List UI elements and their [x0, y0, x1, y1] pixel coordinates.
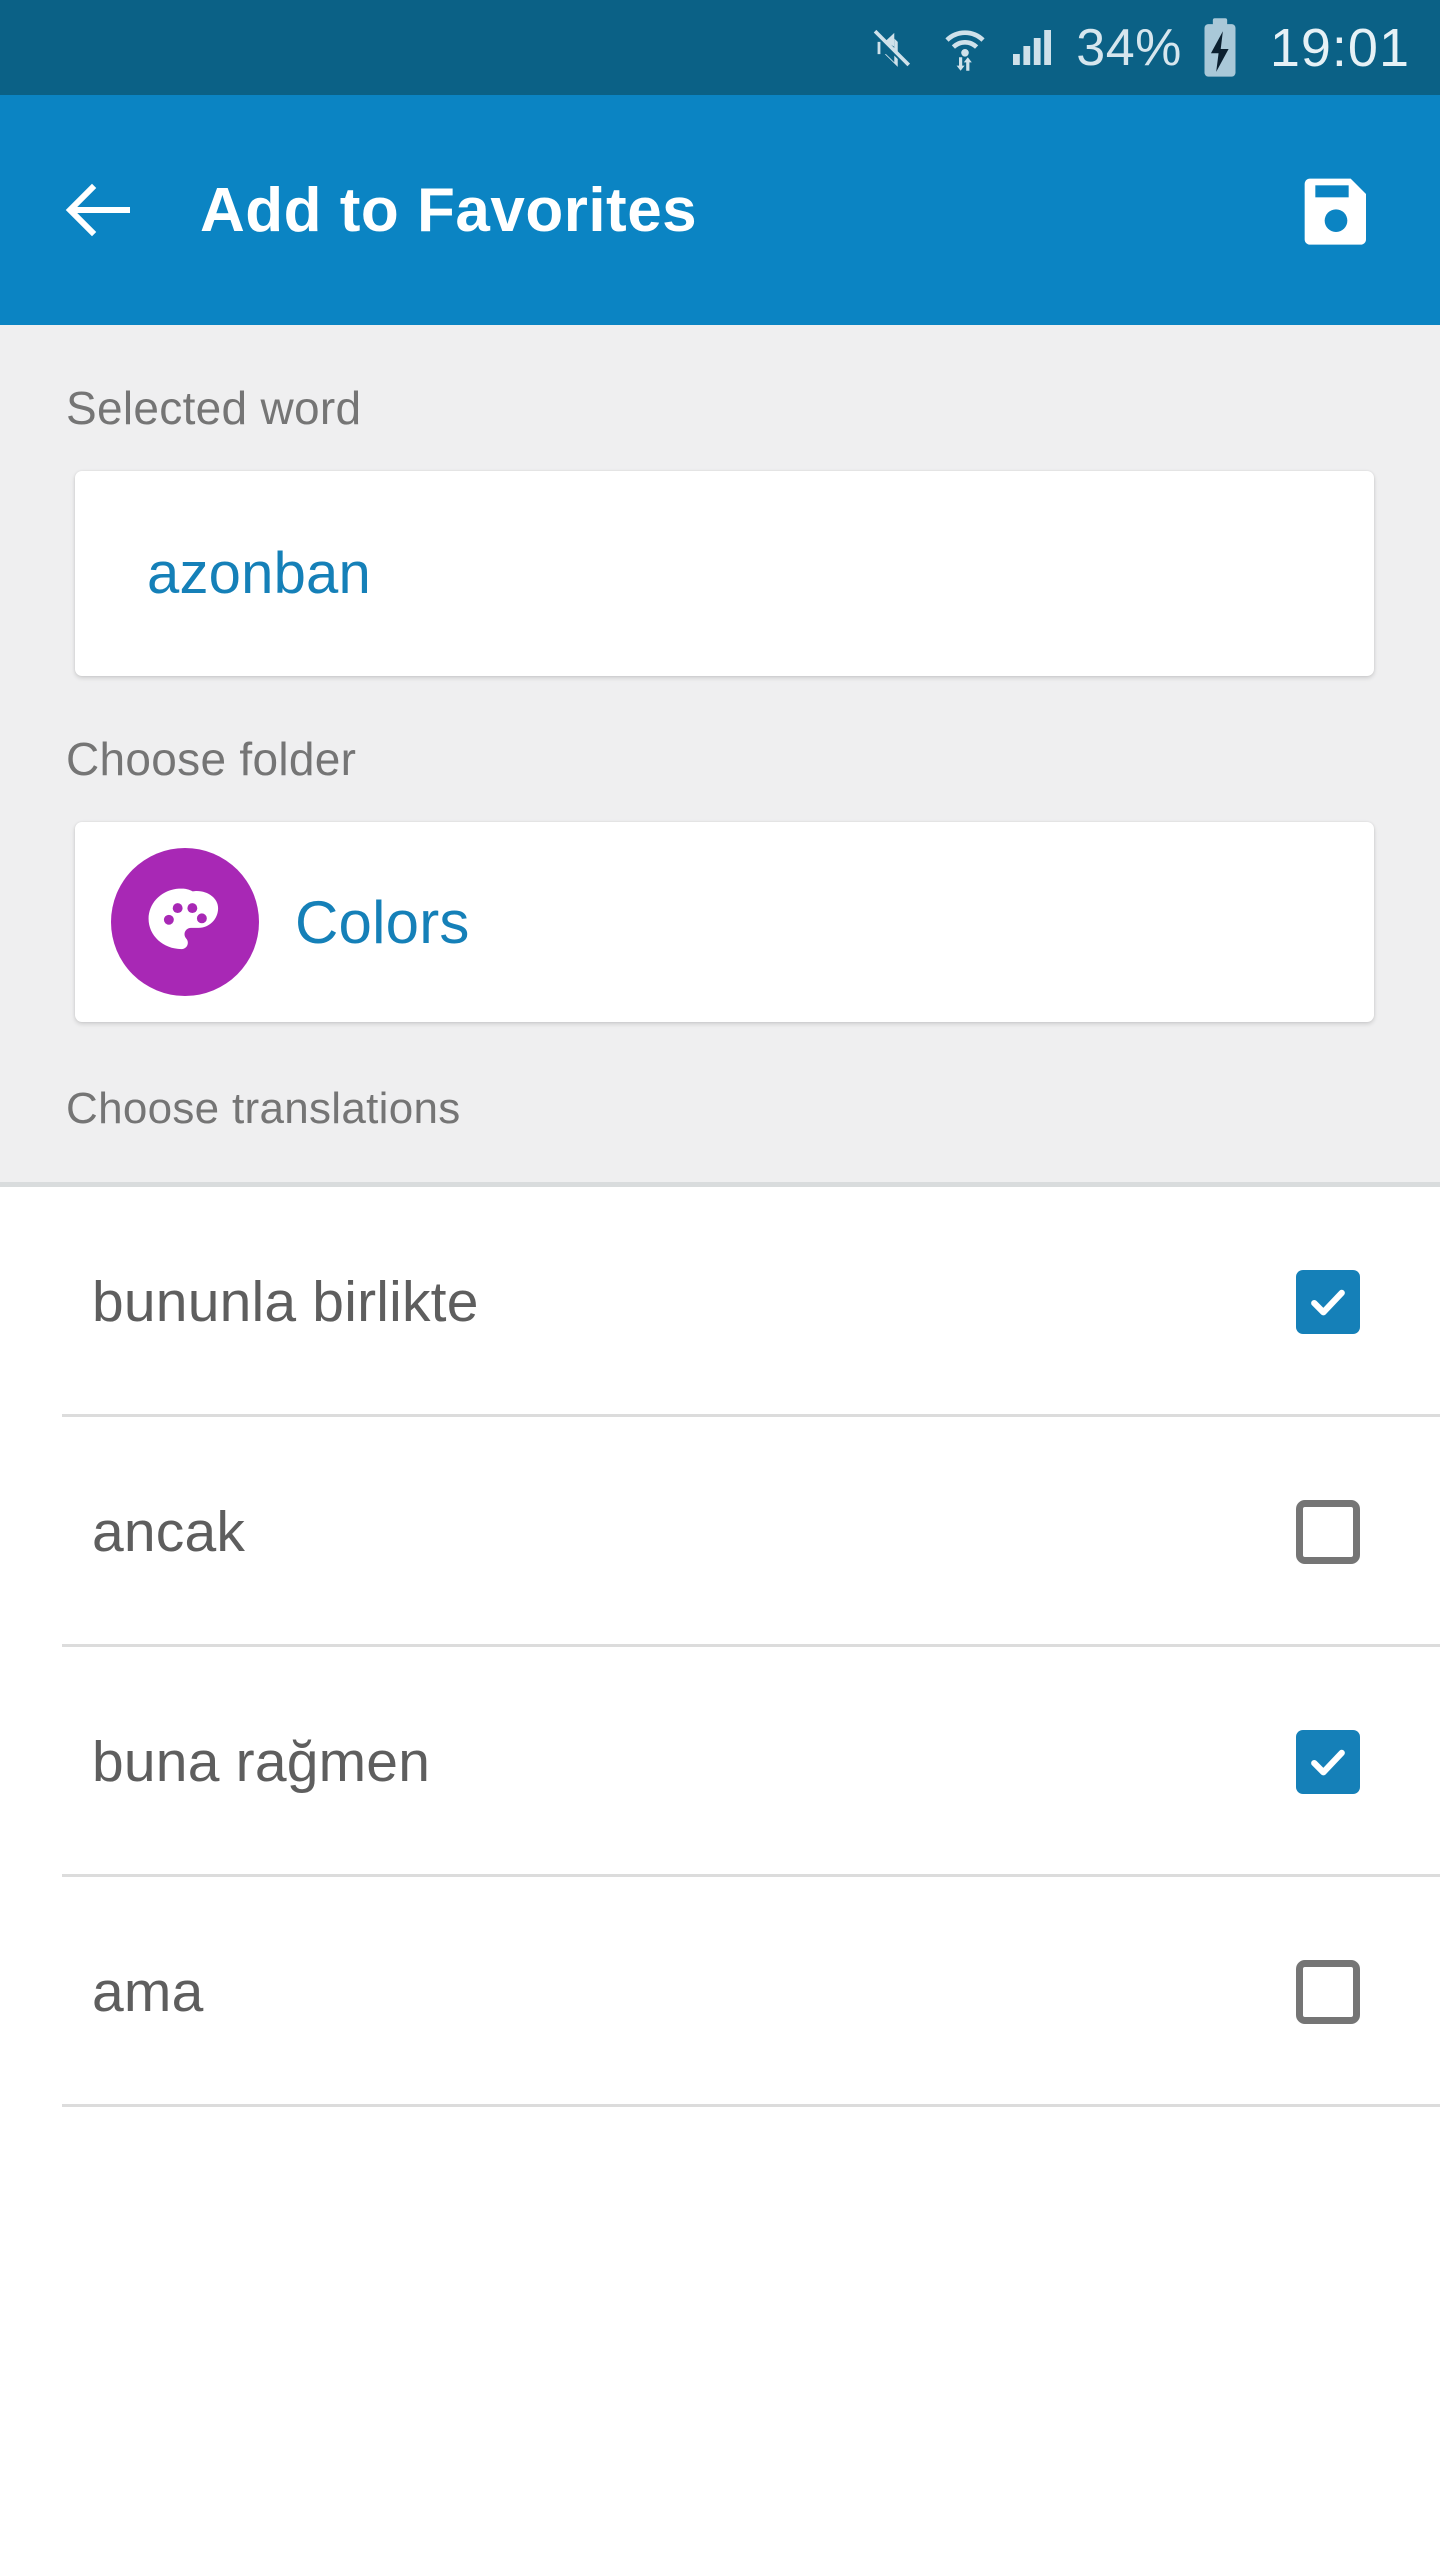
- selected-word-label: Selected word: [66, 382, 362, 434]
- translation-checkbox[interactable]: [1296, 1500, 1360, 1564]
- choose-translations-label: Choose translations: [66, 1084, 461, 1133]
- status-bar-clock: 19:01: [1269, 17, 1410, 78]
- translations-list: bununla birlikte ancak buna rağmen ama: [0, 1187, 1440, 2107]
- selected-word-value: azonban: [147, 541, 371, 606]
- status-bar: 34% 19:01: [0, 0, 1440, 95]
- page-title: Add to Favorites: [200, 175, 698, 245]
- volume-mute-icon: [870, 22, 922, 74]
- app-bar: Add to Favorites: [0, 95, 1440, 325]
- translation-label: ancak: [92, 1500, 246, 1564]
- selected-word-field[interactable]: azonban: [75, 471, 1374, 676]
- translation-row[interactable]: ancak: [0, 1417, 1440, 1647]
- folder-name: Colors: [295, 888, 470, 956]
- palette-icon: [111, 848, 259, 996]
- translation-checkbox[interactable]: [1296, 1960, 1360, 2024]
- translation-label: ama: [92, 1960, 204, 2024]
- translation-label: bununla birlikte: [92, 1270, 479, 1334]
- translation-checkbox[interactable]: [1296, 1730, 1360, 1794]
- form-section: Selected word azonban Choose folder Colo…: [0, 325, 1440, 1187]
- battery-percent-label: 34%: [1076, 18, 1182, 77]
- wifi-transfer-icon: [940, 22, 990, 74]
- battery-charging-icon: [1200, 17, 1240, 79]
- choose-folder-label: Choose folder: [66, 733, 357, 785]
- translation-row[interactable]: buna rağmen: [0, 1647, 1440, 1877]
- back-button[interactable]: [62, 172, 138, 248]
- cellular-signal-icon: [1008, 24, 1058, 72]
- translation-row[interactable]: bununla birlikte: [0, 1187, 1440, 1417]
- translation-row[interactable]: ama: [0, 1877, 1440, 2107]
- row-divider: [62, 2104, 1440, 2107]
- save-button[interactable]: [1296, 168, 1380, 252]
- folder-selector[interactable]: Colors: [75, 822, 1374, 1022]
- translation-label: buna rağmen: [92, 1730, 431, 1794]
- translation-checkbox[interactable]: [1296, 1270, 1360, 1334]
